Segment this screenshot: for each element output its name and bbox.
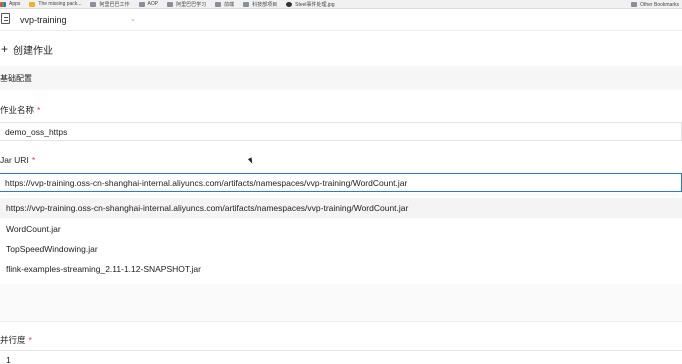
required-mark: * [28, 335, 32, 345]
document-nav-icon[interactable] [1, 13, 10, 24]
plus-icon: + [1, 42, 9, 56]
dropdown-option[interactable]: WordCount.jar [0, 219, 682, 239]
bookmark-label: 阿里巴巴工作 [99, 1, 130, 8]
section-title: 基础配置 [0, 74, 32, 83]
folder-icon [167, 1, 174, 7]
jar-uri-input[interactable]: https://vvp-training.oss-cn-shanghai-int… [0, 173, 682, 192]
bookmark-folder-aop[interactable]: AOP [138, 1, 159, 7]
job-name-label: 作业名称 * [0, 104, 40, 116]
divider [0, 30, 682, 31]
required-mark: * [37, 105, 41, 115]
bookmark-label: The missing pack... [38, 1, 82, 7]
image-file-icon [286, 1, 293, 7]
bookmark-folder-project[interactable]: 科技部项目 [243, 1, 277, 8]
page-title: 创建作业 [13, 45, 54, 57]
section-basic-config: 基础配置 [0, 66, 682, 90]
folder-icon [243, 1, 250, 7]
bookmark-folder-work[interactable]: 阿里巴巴工作 [90, 1, 130, 8]
form-spacer [0, 284, 682, 322]
jar-uri-label: Jar URI * [0, 155, 35, 165]
bookmark-folder-study[interactable]: 阿里巴巴学习 [167, 1, 206, 8]
other-bookmarks-label: Other Bookmarks [640, 1, 679, 8]
project-selector[interactable]: vvp-training [20, 15, 67, 25]
bookmark-label: AOP [147, 1, 159, 7]
chevron-down-icon[interactable]: ⌄ [130, 15, 136, 23]
job-name-input[interactable]: demo_oss_https [0, 122, 682, 141]
dropdown-option[interactable]: flink-examples-streaming_2.11-1.12-SNAPS… [0, 259, 682, 279]
bookmark-label: 阿里巴巴学习 [176, 1, 207, 8]
bookmark-missing-package[interactable]: The missing pack... [29, 1, 81, 7]
bookmark-folder-frontend[interactable]: 前端 [215, 1, 234, 8]
parallelism-label: 并行度 * [0, 334, 32, 346]
create-job-header: + 创建作业 [0, 41, 53, 57]
folder-icon [138, 1, 145, 7]
folder-icon [90, 1, 97, 7]
bookmark-label: 前端 [224, 1, 235, 8]
parallelism-label-text: 并行度 [0, 335, 26, 345]
folder-icon [631, 2, 638, 7]
apps-grid-icon [0, 1, 6, 7]
other-bookmarks[interactable]: Other Bookmarks [631, 0, 679, 8]
dropdown-option[interactable]: TopSpeedWindowing.jar [0, 239, 682, 259]
jar-uri-dropdown: https://vvp-training.oss-cn-shanghai-int… [0, 196, 682, 284]
bookmarks-bar: Apps The missing pack... 阿里巴巴工作 AOP 阿里巴巴… [0, 0, 682, 9]
bookmark-image-file[interactable]: Steel事件处理.jpg [286, 1, 335, 8]
project-bar: vvp-training ⌄ [0, 10, 682, 30]
dropdown-option[interactable]: https://vvp-training.oss-cn-shanghai-int… [0, 198, 682, 218]
bookmark-label: Apps [9, 1, 21, 7]
job-name-label-text: 作业名称 [0, 105, 35, 115]
bookmark-label: 科技部项目 [252, 1, 278, 8]
bookmark-apps[interactable]: Apps [0, 1, 20, 7]
mouse-cursor-icon [247, 157, 255, 165]
package-icon [29, 1, 36, 7]
folder-icon [215, 1, 222, 7]
required-mark: * [31, 155, 36, 165]
bookmark-label: Steel事件处理.jpg [295, 1, 335, 8]
jar-uri-label-text: Jar URI [0, 155, 29, 165]
parallelism-input[interactable]: 1 [0, 350, 682, 364]
